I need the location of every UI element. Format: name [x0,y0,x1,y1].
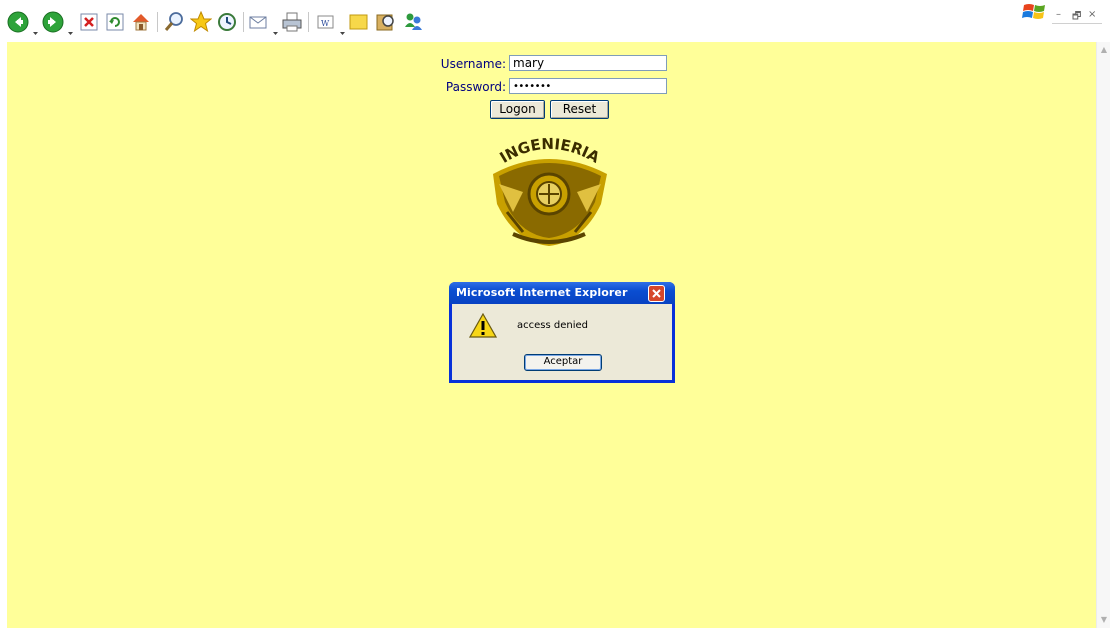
dialog-title: Microsoft Internet Explorer [456,286,628,299]
username-input[interactable]: mary [509,55,667,71]
messenger-icon[interactable] [402,11,424,33]
scroll-up-icon[interactable]: ▲ [1099,45,1109,55]
edit-icon[interactable]: W [315,11,337,33]
minimize-button[interactable]: – [1056,9,1061,20]
mail-dropdown-icon[interactable] [273,20,278,35]
password-input[interactable]: ••••••• [509,78,667,94]
dialog-titlebar[interactable]: Microsoft Internet Explorer [449,282,675,304]
back-dropdown-icon[interactable] [33,20,38,35]
ingenieria-logo: INGENIERIA [483,134,615,248]
windows-logo-icon [1022,3,1048,21]
dialog-ok-button[interactable]: Aceptar [524,354,602,371]
dialog-close-button[interactable] [648,285,665,302]
toolbar-separator [243,12,244,32]
print-icon[interactable] [281,11,303,33]
forward-icon[interactable] [42,11,64,33]
reset-button[interactable]: Reset [550,100,609,119]
warning-icon [468,312,498,339]
window-controls-divider [1052,23,1102,24]
username-label: Username: [440,57,506,71]
stop-icon[interactable] [78,11,100,33]
close-button[interactable]: × [1088,9,1096,20]
close-icon [652,289,661,298]
home-icon[interactable] [130,11,152,33]
dialog-message: access denied [517,320,588,331]
edit-dropdown-icon[interactable] [340,20,345,35]
password-label: Password: [445,80,506,94]
vertical-scrollbar[interactable]: ▲ ▼ [1096,42,1110,628]
mail-icon[interactable] [248,11,270,33]
browser-toolbar: W – 🗗 × [0,0,1110,42]
svg-text:W: W [321,19,330,28]
favorites-icon[interactable] [190,11,212,33]
search-icon[interactable] [163,11,185,33]
window-controls: – 🗗 × [1022,3,1108,37]
forward-dropdown-icon[interactable] [68,20,73,35]
toolbar-separator [157,12,158,32]
logon-button[interactable]: Logon [490,100,545,119]
discuss-icon[interactable] [348,11,370,33]
toolbar-separator [308,12,309,32]
history-icon[interactable] [216,11,238,33]
research-icon[interactable] [375,11,397,33]
back-icon[interactable] [7,11,29,33]
refresh-icon[interactable] [104,11,126,33]
scroll-down-icon[interactable]: ▼ [1099,615,1109,625]
